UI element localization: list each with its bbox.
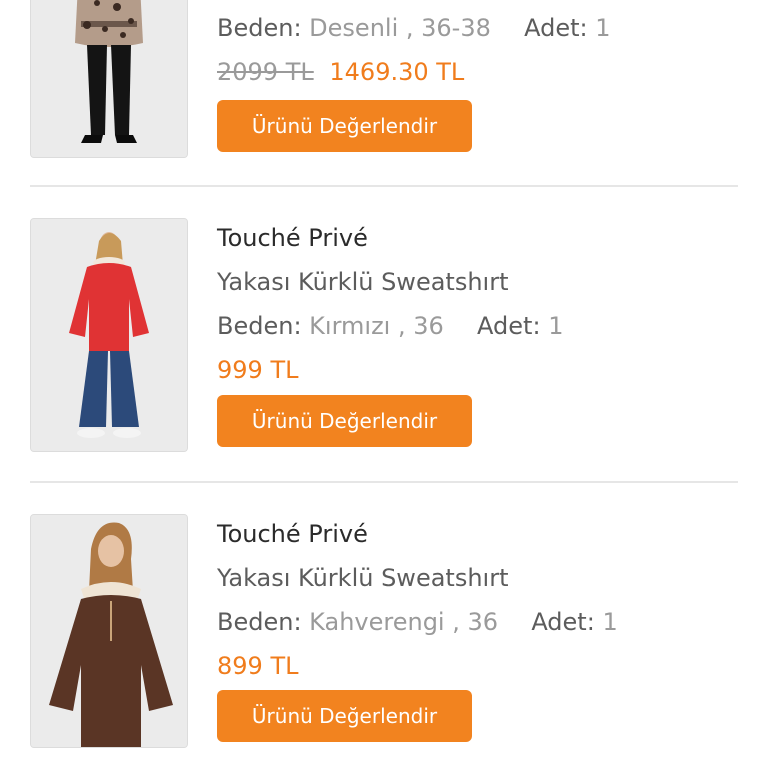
price-row: 2099 TL 1469.30 TL	[217, 58, 464, 86]
size-label: Beden:	[217, 608, 302, 636]
quantity-label: Adet:	[531, 608, 595, 636]
order-attributes: Beden: Kahverengi , 36 Adet: 1	[217, 608, 618, 636]
price-row: 999 TL	[217, 356, 298, 384]
quantity-label: Adet:	[524, 14, 588, 42]
order-attributes: Beden: Kırmızı , 36 Adet: 1	[217, 312, 563, 340]
quantity-value: 1	[602, 608, 618, 636]
product-photo-leopard-jacket	[31, 0, 187, 157]
product-photo-red-sweatshirt	[31, 219, 187, 451]
quantity-value: 1	[548, 312, 564, 340]
product-name[interactable]: Yakası Kürklü Sweatshırt	[217, 564, 508, 592]
product-image[interactable]	[30, 218, 188, 452]
product-name[interactable]: Yakası Kürklü Sweatshırt	[217, 268, 508, 296]
price-row: 899 TL	[217, 652, 298, 680]
quantity-label: Adet:	[477, 312, 541, 340]
current-price: 1469.30 TL	[329, 58, 465, 86]
order-items-screen: Beden: Desenli , 36-38 Adet: 1 2099 TL 1…	[0, 0, 768, 768]
size-label: Beden:	[217, 312, 302, 340]
order-attributes: Beden: Desenli , 36-38 Adet: 1	[217, 14, 611, 42]
size-value: Desenli , 36-38	[309, 14, 491, 42]
order-item: Touché Privé Yakası Kürklü Sweatshırt Be…	[0, 514, 768, 750]
product-brand: Touché Privé	[217, 520, 368, 548]
product-photo-brown-sweatshirt	[31, 515, 187, 747]
review-product-button[interactable]: Ürünü Değerlendir	[217, 690, 472, 742]
current-price: 999 TL	[217, 356, 299, 384]
order-item: Touché Privé Yakası Kürklü Sweatshırt Be…	[0, 218, 768, 454]
current-price: 899 TL	[217, 652, 299, 680]
size-value: Kahverengi , 36	[309, 608, 499, 636]
review-product-button[interactable]: Ürünü Değerlendir	[217, 100, 472, 152]
product-image[interactable]	[30, 514, 188, 748]
size-label: Beden:	[217, 14, 302, 42]
old-price: 2099 TL	[217, 58, 314, 86]
order-item: Beden: Desenli , 36-38 Adet: 1 2099 TL 1…	[0, 0, 768, 160]
product-image[interactable]	[30, 0, 188, 158]
review-product-button[interactable]: Ürünü Değerlendir	[217, 395, 472, 447]
item-divider	[30, 481, 738, 483]
product-brand: Touché Privé	[217, 224, 368, 252]
size-value: Kırmızı , 36	[309, 312, 444, 340]
item-divider	[30, 185, 738, 187]
quantity-value: 1	[595, 14, 611, 42]
